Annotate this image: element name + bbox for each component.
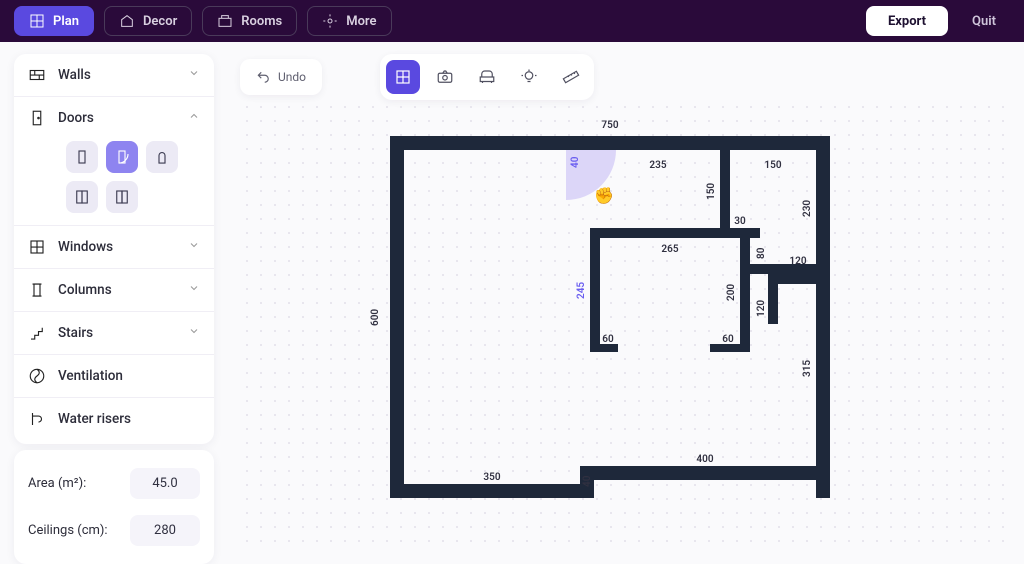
readouts-panel: Area (m²): 45.0 Ceilings (cm): 280: [14, 450, 214, 564]
tool-group: [380, 54, 594, 100]
stairs-icon: [28, 324, 46, 342]
undo-label: Undo: [278, 70, 306, 84]
dim-outer-width: 750: [390, 120, 830, 131]
ceilings-row: Ceilings (cm): 280: [28, 507, 200, 554]
dim-d: 150: [706, 154, 717, 228]
floor-plan-canvas[interactable]: ✊ 750 600 40 235 150 150 230 30 80 120 2…: [240, 100, 1010, 549]
area-value[interactable]: 45.0: [130, 468, 200, 499]
sidebar-item-ventilation[interactable]: Ventilation: [14, 355, 214, 397]
chevron-up-icon: [188, 110, 200, 126]
sidebar-item-label: Windows: [58, 239, 113, 255]
tool-plan-edit[interactable]: [386, 60, 420, 94]
dim-n: 60: [716, 334, 740, 345]
dim-o: 350: [404, 472, 580, 483]
quit-label: Quit: [972, 14, 996, 29]
sidebar-item-walls[interactable]: Walls: [14, 54, 214, 96]
nav-rooms-label: Rooms: [241, 14, 282, 29]
sidebar-item-label: Ventilation: [58, 368, 123, 384]
sidebar-item-windows[interactable]: Windows: [14, 226, 214, 268]
nav-more-label: More: [346, 14, 376, 29]
decor-icon: [119, 13, 135, 29]
dim-i: 265: [600, 244, 740, 255]
chevron-down-icon: [188, 325, 200, 341]
dim-a: 40: [570, 152, 581, 172]
door-type-single[interactable]: [66, 141, 98, 173]
tool-camera[interactable]: [428, 60, 462, 94]
dim-k: 200: [726, 242, 737, 342]
nav-rooms-button[interactable]: Rooms: [202, 6, 297, 36]
dim-m: 60: [596, 334, 620, 345]
area-row: Area (m²): 45.0: [28, 460, 200, 507]
sidebar-item-label: Doors: [58, 110, 94, 126]
dim-h: 120: [778, 256, 818, 267]
area-label: Area (m²):: [28, 476, 120, 491]
sidebar-item-water-risers[interactable]: Water risers: [14, 398, 214, 440]
tool-lighting[interactable]: [512, 60, 546, 94]
nav-more-button[interactable]: More: [307, 6, 391, 36]
sidebar-item-label: Stairs: [58, 325, 93, 341]
walls-icon: [28, 66, 46, 84]
plan-icon: [29, 13, 45, 29]
undo-button[interactable]: Undo: [240, 59, 322, 95]
sidebar-item-doors[interactable]: Doors: [14, 97, 214, 139]
export-label: Export: [888, 14, 926, 29]
sidebar-item-label: Columns: [58, 282, 112, 298]
dim-outer-height: 600: [370, 136, 381, 498]
toolstrip: Undo: [240, 54, 594, 100]
chevron-down-icon: [188, 67, 200, 83]
sidebar-item-stairs[interactable]: Stairs: [14, 312, 214, 354]
tool-furniture[interactable]: [470, 60, 504, 94]
dim-q: 400: [594, 454, 816, 465]
dim-g: 80: [756, 238, 767, 268]
sidebar-item-columns[interactable]: Columns: [14, 269, 214, 311]
sidebar-item-label: Walls: [58, 67, 91, 83]
nav-decor-label: Decor: [143, 14, 177, 29]
sidebar-item-label: Water risers: [58, 411, 131, 427]
dim-p: 40: [582, 472, 593, 490]
ventilation-icon: [28, 367, 46, 385]
grab-cursor-icon: ✊: [594, 186, 614, 205]
door-type-double[interactable]: [66, 181, 98, 213]
dim-r: 315: [802, 284, 813, 452]
dim-j: 245: [576, 236, 587, 344]
topbar: Plan Decor Rooms More Export Quit: [0, 0, 1024, 42]
sidebar: Walls Doors Windows Columns: [14, 54, 214, 444]
export-button[interactable]: Export: [866, 6, 948, 36]
water-risers-icon: [28, 410, 46, 428]
more-icon: [322, 13, 338, 29]
door-type-arched[interactable]: [146, 141, 178, 173]
dim-f: 30: [730, 216, 750, 227]
nav-plan-button[interactable]: Plan: [14, 6, 94, 36]
rooms-icon: [217, 13, 233, 29]
door-type-folding[interactable]: [106, 181, 138, 213]
doors-icon: [28, 109, 46, 127]
nav-decor-button[interactable]: Decor: [104, 6, 192, 36]
chevron-down-icon: [188, 282, 200, 298]
doors-palette: [14, 139, 214, 225]
chevron-down-icon: [188, 239, 200, 255]
columns-icon: [28, 281, 46, 299]
dim-b: 235: [598, 160, 718, 171]
door-type-single-swing[interactable]: [106, 141, 138, 173]
nav-plan-label: Plan: [53, 14, 79, 29]
ceilings-label: Ceilings (cm):: [28, 523, 120, 538]
undo-icon: [256, 70, 270, 84]
quit-button[interactable]: Quit: [958, 6, 1010, 36]
ceilings-value[interactable]: 280: [130, 515, 200, 546]
dim-e: 230: [802, 152, 813, 264]
tool-measure[interactable]: [554, 60, 588, 94]
windows-icon: [28, 238, 46, 256]
dim-l: 120: [756, 284, 767, 332]
